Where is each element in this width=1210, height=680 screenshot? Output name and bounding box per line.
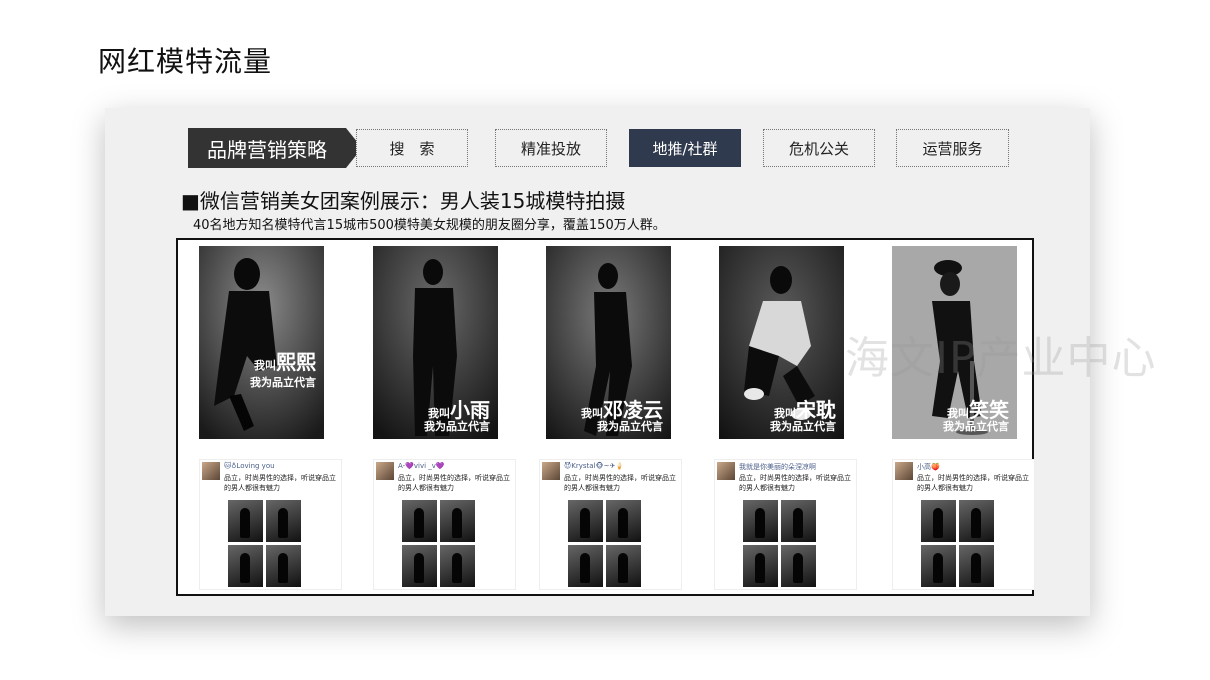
- post-thumbnail: [402, 545, 437, 587]
- avatar: [542, 462, 560, 480]
- page-title: 网红模特流量: [98, 45, 273, 78]
- tab-operations-service[interactable]: 运营服务: [896, 129, 1009, 167]
- post-thumbnail: [959, 500, 994, 542]
- model-photo: 我叫熙熙 我为品立代言: [199, 246, 324, 439]
- post-photo-grid: [921, 500, 995, 588]
- post-thumbnail: [606, 500, 641, 542]
- post-text: 品立，时尚男性的选择，听说穿品立的男人都很有魅力: [917, 474, 1029, 492]
- moments-post: 我就是你美丽的朵涅凉啊 品立，时尚男性的选择，听说穿品立的男人都很有魅力: [714, 459, 857, 590]
- post-username: 😈Krystal🐵~✈🍦: [564, 462, 625, 470]
- post-photo-grid: [402, 500, 476, 588]
- moments-post: 🐱♁Loving you 品立，时尚男性的选择，听说穿品立的男人都很有魅力: [199, 459, 342, 590]
- post-thumbnail: [266, 500, 301, 542]
- avatar: [717, 462, 735, 480]
- case-heading: ■微信营销美女团案例展示：男人装15城模特拍摄: [181, 189, 626, 213]
- case-subheading: 40名地方知名模特代言15城市500模特美女规模的朋友圈分享，覆盖150万人群。: [193, 218, 666, 233]
- post-thumbnail: [402, 500, 437, 542]
- post-username: 我就是你美丽的朵涅凉啊: [739, 463, 816, 471]
- post-text: 品立，时尚男性的选择，听说穿品立的男人都很有魅力: [224, 474, 336, 492]
- moments-post: 😈Krystal🐵~✈🍦 品立，时尚男性的选择，听说穿品立的男人都很有魅力: [539, 459, 682, 590]
- post-thumbnail: [743, 545, 778, 587]
- post-photo-grid: [743, 500, 817, 588]
- model-slogan: 我为品立代言: [770, 420, 836, 433]
- tab-crisis-pr[interactable]: 危机公关: [763, 129, 875, 167]
- post-username: 小高🍑: [917, 463, 940, 471]
- tab-ground-community[interactable]: 地推/社群: [629, 129, 741, 167]
- tab-search[interactable]: 搜 索: [356, 129, 468, 167]
- post-thumbnail: [921, 545, 956, 587]
- post-photo-grid: [568, 500, 642, 588]
- post-thumbnail: [781, 500, 816, 542]
- post-thumbnail: [228, 500, 263, 542]
- post-username: A-💜vivi _v💜: [398, 462, 445, 470]
- post-thumbnail: [781, 545, 816, 587]
- tab-targeted-ads[interactable]: 精准投放: [495, 129, 607, 167]
- brand-strategy-label: 品牌营销策略: [188, 128, 346, 168]
- model-photo: 我叫邓凌云 我为品立代言: [546, 246, 671, 439]
- model-slogan: 我为品立代言: [943, 420, 1009, 433]
- model-silhouette-image: [199, 246, 324, 439]
- post-thumbnail: [568, 500, 603, 542]
- post-thumbnail: [921, 500, 956, 542]
- strategy-nav: 品牌营销策略 搜 索 精准投放 地推/社群 危机公关 运营服务: [188, 128, 1048, 168]
- post-thumbnail: [959, 545, 994, 587]
- model-slogan: 我为品立代言: [424, 420, 490, 433]
- model-photo: 我叫小雨 我为品立代言: [373, 246, 498, 439]
- model-slogan: 我为品立代言: [250, 376, 316, 389]
- avatar: [202, 462, 220, 480]
- model-slogan: 我为品立代言: [597, 420, 663, 433]
- moments-post: 小高🍑 品立，时尚男性的选择，听说穿品立的男人都很有魅力: [892, 459, 1035, 590]
- avatar: [376, 462, 394, 480]
- post-text: 品立，时尚男性的选择，听说穿品立的男人都很有魅力: [398, 474, 510, 492]
- moments-post: A-💜vivi _v💜 品立，时尚男性的选择，听说穿品立的男人都很有魅力: [373, 459, 516, 590]
- post-thumbnail: [228, 545, 263, 587]
- model-name: 熙熙: [276, 350, 316, 374]
- post-thumbnail: [266, 545, 301, 587]
- post-thumbnail: [440, 500, 475, 542]
- avatar: [895, 462, 913, 480]
- model-prefix: 我叫: [254, 359, 276, 372]
- post-text: 品立，时尚男性的选择，听说穿品立的男人都很有魅力: [739, 474, 851, 492]
- post-photo-grid: [228, 500, 302, 588]
- post-text: 品立，时尚男性的选择，听说穿品立的男人都很有魅力: [564, 474, 676, 492]
- post-thumbnail: [743, 500, 778, 542]
- post-username: 🐱♁Loving you: [224, 462, 275, 470]
- model-gallery: 我叫熙熙 我为品立代言 我叫小雨 我为品立代言 我叫邓凌云 我为品立代言 我叫宋…: [176, 238, 1035, 596]
- watermark-text: 海文IP产业中心: [845, 333, 1157, 384]
- post-thumbnail: [568, 545, 603, 587]
- post-thumbnail: [606, 545, 641, 587]
- model-photo: 我叫宋耽 我为品立代言: [719, 246, 844, 439]
- post-thumbnail: [440, 545, 475, 587]
